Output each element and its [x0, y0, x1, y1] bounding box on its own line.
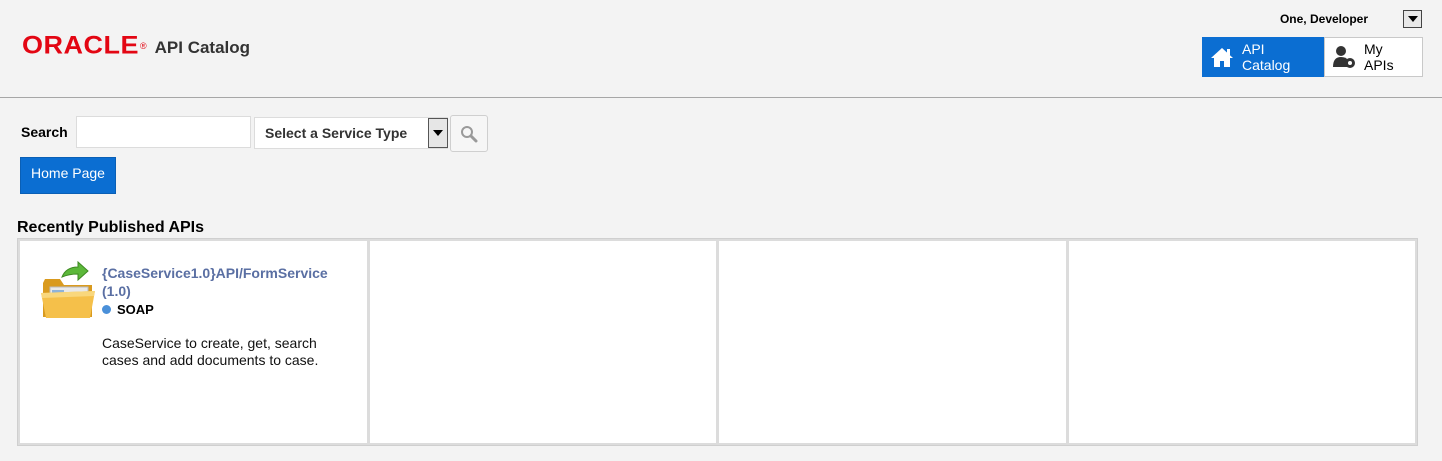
nav-my-apis-label: My APIs — [1364, 41, 1394, 73]
oracle-logo: ORACLE — [22, 31, 139, 59]
api-card[interactable]: {CaseService1.0}API/FormService (1.0) SO… — [18, 239, 369, 445]
brand: ORACLE ® API Catalog — [22, 32, 250, 59]
api-card-empty — [718, 239, 1068, 445]
search-input[interactable] — [76, 116, 251, 148]
api-card-title[interactable]: {CaseService1.0}API/FormService (1.0) — [102, 264, 352, 300]
user-gear-icon — [1333, 46, 1355, 68]
user-name: One, Developer — [1279, 12, 1368, 26]
service-type-select[interactable]: Select a Service Type — [254, 117, 448, 149]
service-type-value: Select a Service Type — [265, 125, 408, 141]
user-menu-button[interactable] — [1403, 10, 1422, 28]
app-header: ORACLE ® API Catalog One, Developer API C… — [0, 0, 1442, 98]
search-label: Search — [21, 124, 68, 140]
home-icon — [1211, 48, 1233, 67]
chevron-down-icon — [1407, 16, 1418, 22]
recent-apis-grid: {CaseService1.0}API/FormService (1.0) SO… — [17, 238, 1418, 446]
api-card-empty — [1067, 239, 1417, 445]
folder-export-icon — [41, 261, 95, 318]
registered-mark: ® — [140, 40, 147, 51]
main-nav: API Catalog My APIs — [1202, 37, 1423, 77]
api-card-description: CaseService to create, get, search cases… — [102, 335, 319, 368]
app-title: API Catalog — [154, 37, 251, 57]
api-card-type-label: SOAP — [117, 302, 154, 317]
chevron-down-icon — [433, 130, 443, 136]
status-dot-icon — [102, 305, 111, 314]
recent-apis-title: Recently Published APIs — [17, 219, 205, 236]
api-card-type: SOAP — [102, 302, 154, 317]
magnifier-icon — [461, 125, 478, 142]
nav-api-catalog-label: API Catalog — [1242, 41, 1291, 73]
nav-my-apis[interactable]: My APIs — [1324, 37, 1423, 77]
home-page-button[interactable]: Home Page — [20, 157, 116, 194]
search-button[interactable] — [450, 115, 488, 152]
api-card-empty — [368, 239, 718, 445]
nav-api-catalog[interactable]: API Catalog — [1202, 37, 1324, 77]
service-type-dropdown-button[interactable] — [428, 118, 448, 148]
